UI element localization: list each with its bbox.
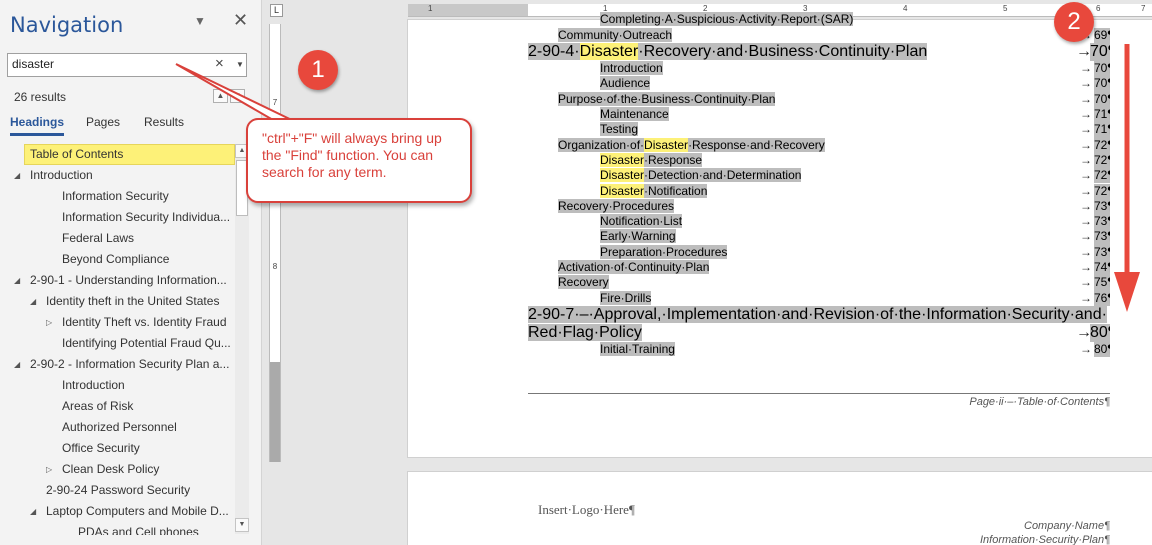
toc-page-number: 73¶ <box>1094 244 1110 260</box>
tree-item[interactable]: Clean Desk Policy <box>62 459 235 480</box>
collapse-icon[interactable]: ◢ <box>30 507 36 517</box>
toc-entry[interactable]: Disaster·Notification→72¶ <box>600 183 1110 199</box>
toc-leader: → <box>1080 122 1092 137</box>
tree-item[interactable]: PDAs and Cell phones <box>78 522 235 535</box>
tree-item[interactable]: Laptop Computers and Mobile D... <box>46 501 235 522</box>
toc-page-number: 73¶ <box>1094 198 1110 215</box>
toc-page-number: 75¶ <box>1094 275 1110 291</box>
toc-page-number: 73¶ <box>1094 229 1110 245</box>
toc-entry[interactable]: Introduction→70¶ <box>600 61 1110 77</box>
toc-entry[interactable]: Testing→71¶ <box>600 122 1110 138</box>
toc-leader: → <box>1080 229 1092 244</box>
annotation-badge-1: 1 <box>298 50 338 90</box>
tree-item[interactable]: Office Security <box>62 438 235 459</box>
toc-text: 2-90-7·–·Approval,·Implementation·and·Re… <box>528 305 1107 323</box>
toc-leader: → <box>1080 275 1092 290</box>
toc-leader: → <box>1080 244 1092 259</box>
toc-page-number: 74¶ <box>1094 260 1110 276</box>
tree-item[interactable]: Authorized Personnel <box>62 417 235 438</box>
toc-page-number: 72¶ <box>1094 137 1110 153</box>
toc-page-number: 71¶ <box>1094 107 1110 123</box>
toc-leader: → <box>1080 260 1092 274</box>
toc-entry[interactable]: Red·Flag·Policy→80¶ <box>528 323 1110 342</box>
toc-leader: → <box>1076 43 1092 61</box>
logo-placeholder: Insert·Logo·Here¶ <box>538 502 635 517</box>
tree-item[interactable]: 2-90-2 - Information Security Plan a... <box>30 354 235 375</box>
toc-entry[interactable]: Early·Warning→73¶ <box>600 229 1110 245</box>
toc-leader: → <box>1080 341 1092 356</box>
toc-leader: → <box>1080 107 1092 121</box>
toc-entry[interactable]: 2-90-7·–·Approval,·Implementation·and·Re… <box>528 305 1110 324</box>
tree-item[interactable]: Identity Theft vs. Identity Fraud <box>62 312 235 333</box>
toc-page-number: 70¶ <box>1090 43 1110 62</box>
header-company-name: Company·Name¶ <box>1024 520 1110 532</box>
toc-entry[interactable]: Audience→70¶ <box>600 76 1110 92</box>
toc-leader: → <box>1080 198 1092 213</box>
page-footer: Page·ii·–·Table·of·Contents¶ <box>969 396 1110 408</box>
scroll-down-icon[interactable]: ▼ <box>235 518 249 532</box>
toc-leader: → <box>1080 214 1092 229</box>
tree-item[interactable]: Identifying Potential Fraud Qu... <box>62 333 235 354</box>
header-plan-name: Information·Security·Plan¶ <box>979 534 1110 545</box>
toc-leader: → <box>1080 61 1092 76</box>
toc-text: Completing·A·Suspicious·Activity·Report·… <box>600 12 854 26</box>
toc-page-number: 80¶ <box>1094 341 1110 358</box>
hruler-number: 7 <box>1141 4 1146 13</box>
toc-entry[interactable]: Recovery·Procedures→73¶ <box>558 198 1110 215</box>
tree-item[interactable]: 2-90-1 - Understanding Information... <box>30 270 235 291</box>
word-window: Navigation ▼ ✕ × ▼ 26 results ▲ ▼ Headin… <box>0 0 1152 545</box>
collapse-icon[interactable]: ◢ <box>14 276 20 286</box>
tree-item[interactable]: Introduction <box>62 375 235 396</box>
document-page-2[interactable]: Insert·Logo·Here¶ Company·Name¶ Informat… <box>408 472 1152 545</box>
toc-page-number: 70¶ <box>1094 91 1110 107</box>
toc-entry[interactable]: 2-90-4·Disaster·Recovery·and·Business·Co… <box>528 43 1110 62</box>
toc-page-number: 72¶ <box>1094 152 1110 169</box>
tree-item[interactable]: Federal Laws <box>62 228 235 249</box>
toc-page-number: 69¶ <box>1094 27 1110 44</box>
toc-page-number: 76¶ <box>1094 290 1110 306</box>
tree-item[interactable]: Areas of Risk <box>62 396 235 417</box>
expand-icon[interactable]: ▷ <box>46 465 52 475</box>
toc-leader: → <box>1076 323 1092 341</box>
expand-icon[interactable]: ▷ <box>46 318 52 328</box>
toc-entry[interactable]: Purpose·of·the·Business·Continuity·Plan →… <box>558 91 1110 107</box>
tree-item[interactable]: Identity theft in the United States <box>46 291 235 312</box>
toc-leader: → <box>558 28 1094 43</box>
toc-entry[interactable]: Disaster·Response→72¶ <box>600 152 1110 169</box>
toc-entry[interactable]: Maintenance→71¶ <box>600 107 1110 123</box>
toc-leader: → <box>1080 152 1092 167</box>
collapse-icon[interactable]: ◢ <box>14 360 20 370</box>
toc-page-number: 70¶ <box>1094 61 1110 77</box>
toc-entry[interactable]: Community·Outreach→69¶ <box>558 27 1110 44</box>
toc-entry[interactable]: Preparation·Procedures→73¶ <box>600 244 1110 260</box>
toc-page-number: 80¶ <box>1090 323 1110 342</box>
document-page-1[interactable]: Completing·A·Suspicious·Activity·Report·… <box>408 12 1152 457</box>
toc-entry[interactable]: Disaster·Detection·and·Determination→72¶ <box>600 168 1110 184</box>
toc-entry[interactable]: Activation·of·Continuity·Plan→74¶ <box>558 260 1110 276</box>
tree-item[interactable]: Beyond Compliance <box>62 249 235 270</box>
vruler-number: 8 <box>272 262 278 271</box>
toc-page-number: 72¶ <box>1094 183 1110 199</box>
annotation-badge-2: 2 <box>1054 2 1094 42</box>
toc-leader: → <box>1080 183 1092 198</box>
toc-entry[interactable]: Notification·List→73¶ <box>600 214 1110 230</box>
toc-leader: → <box>1080 91 1092 106</box>
toc-entry[interactable]: Fire·Drills→76¶ <box>600 290 1110 306</box>
toc-page-number: 72¶ <box>1094 168 1110 184</box>
toc-entry[interactable]: Organization·of·Disaster·Response·and·Re… <box>558 137 1110 153</box>
toc-leader: → <box>1080 76 1092 91</box>
toc-page-number: 71¶ <box>1094 122 1110 138</box>
toc-page-number: 70¶ <box>1094 76 1110 92</box>
toc-page-number: 73¶ <box>1094 214 1110 230</box>
toc-entry[interactable]: Initial·Training→80¶ <box>600 341 1110 358</box>
toc-leader: → <box>1080 168 1092 183</box>
toc-entry[interactable]: Recovery→75¶ <box>558 275 1110 291</box>
scroll-down-arrow-icon <box>1114 44 1140 312</box>
tree-item[interactable]: 2-90-24 Password Security <box>46 480 235 501</box>
toc-leader: → <box>1080 290 1092 305</box>
toc-leader: → <box>1080 137 1092 152</box>
collapse-icon[interactable]: ◢ <box>30 297 36 307</box>
toc-entry[interactable]: Completing·A·Suspicious·Activity·Report·… <box>600 12 1110 27</box>
